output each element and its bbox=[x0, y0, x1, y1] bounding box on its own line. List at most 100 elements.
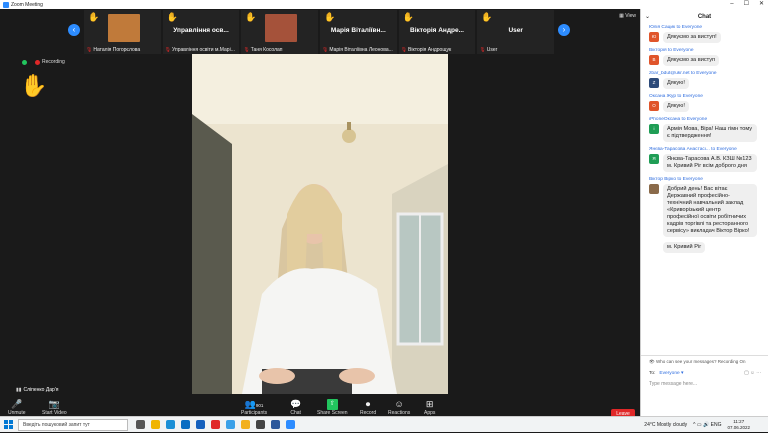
share-screen-icon: ⇧ bbox=[326, 399, 338, 410]
recording-indicator: Recording bbox=[22, 59, 65, 65]
participant-name: Управління освіти м.Марі... bbox=[172, 47, 235, 53]
chat-message: Юлія Сацик to Everyone Ю Дякуємо за висту… bbox=[649, 25, 763, 43]
security-shield-icon bbox=[22, 59, 27, 65]
participants-icon: 👥901 bbox=[244, 399, 264, 409]
clock-date: 07.06.2022 bbox=[727, 425, 750, 430]
gallery-next-button[interactable]: › bbox=[558, 24, 570, 36]
edge-icon[interactable] bbox=[166, 420, 175, 429]
active-speaker-video bbox=[192, 54, 448, 394]
mic-muted-icon: 🎙 bbox=[322, 47, 329, 53]
apps-button[interactable]: ⊞ Apps bbox=[424, 399, 435, 416]
message-sender: Віктор Вірко to Everyone bbox=[649, 177, 703, 182]
message-text: Дякуємо за виступ bbox=[663, 55, 720, 66]
message-text: Янєва-Тарасова А.В. КЗШ №123 м. Кривий Р… bbox=[663, 154, 757, 172]
message-text: Дякую! bbox=[663, 78, 689, 89]
chat-title: Chat bbox=[697, 14, 712, 20]
record-icon: ⏺ bbox=[365, 399, 371, 409]
raised-hand-icon: ✋ bbox=[324, 12, 336, 22]
participant-tile[interactable]: ✋ Вікторія Андре... 🎙 Вікторія Андрощук bbox=[398, 10, 476, 54]
visibility-warning-text: Who can see your messages? Recording On bbox=[655, 359, 746, 364]
chat-message: Віктор Вірко to Everyone Добрий день! Ва… bbox=[649, 177, 763, 237]
participant-display-name: Вікторія Андре... bbox=[410, 27, 464, 34]
view-label: View bbox=[625, 13, 636, 19]
windows-start-icon[interactable] bbox=[0, 417, 16, 433]
share-screen-button[interactable]: ⇧ Share Screen bbox=[317, 399, 348, 416]
system-tray: 24°C Mostly cloudy ^ ▭ 🔊 ENG 11:27 07.06… bbox=[644, 419, 750, 431]
chat-button[interactable]: 💬 Chat bbox=[290, 399, 301, 416]
participant-tile[interactable]: ✋ 🎙 Таня Косолап bbox=[241, 10, 319, 54]
chat-compose-area: 👁 Who can see your messages? Recording O… bbox=[641, 355, 768, 416]
taskbar-search-input[interactable]: Введіть пошуковий запит тут bbox=[18, 418, 128, 431]
participant-name: Марія Віталіївна Леонова... bbox=[329, 47, 393, 53]
unmute-button[interactable]: 🎤 Unmute bbox=[8, 399, 26, 416]
message-sender: Вікторія to Everyone bbox=[649, 48, 694, 53]
mic-muted-icon: 🎙 bbox=[86, 47, 93, 53]
chat-messages[interactable]: Юлія Сацик to Everyone Ю Дякуємо за висту… bbox=[641, 25, 768, 355]
participant-name: Наталія Погорєлова bbox=[93, 47, 141, 53]
chat-message: м. Кривий Ріг bbox=[649, 242, 763, 253]
start-video-button[interactable]: 📷 Start Video bbox=[42, 399, 67, 416]
gallery-prev-button[interactable]: ‹ bbox=[68, 24, 80, 36]
minimize-button[interactable]: – bbox=[730, 0, 733, 9]
visibility-warning[interactable]: 👁 Who can see your messages? Recording O… bbox=[641, 356, 768, 368]
mail-icon[interactable] bbox=[196, 420, 205, 429]
clock[interactable]: 11:27 07.06.2022 bbox=[727, 419, 750, 431]
participant-tile[interactable]: ✋ Управління осв... 🎙 Управління освіти м… bbox=[162, 10, 240, 54]
word-icon[interactable] bbox=[271, 420, 280, 429]
message-text: м. Кривий Ріг bbox=[663, 242, 706, 253]
zoom-icon[interactable] bbox=[286, 420, 295, 429]
chrome-icon[interactable] bbox=[241, 420, 250, 429]
chat-bubble-icon: 💬 bbox=[290, 399, 302, 409]
opera-icon[interactable] bbox=[211, 420, 220, 429]
message-text: Армія Мова, Віра! Наш гімн тому є підтве… bbox=[663, 124, 757, 142]
file-explorer-icon[interactable] bbox=[151, 420, 160, 429]
raised-hand-icon: ✋ bbox=[166, 12, 178, 22]
sender-avatar bbox=[649, 184, 659, 194]
chat-message-input[interactable]: Type message here... bbox=[641, 379, 768, 389]
telegram-icon[interactable] bbox=[226, 420, 235, 429]
message-sender: Оксана Жур to Everyone bbox=[649, 94, 703, 99]
participant-name: User bbox=[486, 47, 498, 53]
mic-muted-icon: 🎙 bbox=[164, 47, 172, 53]
message-sender: iPhoneОксана to Everyone bbox=[649, 117, 708, 122]
raised-hand-icon: ✋ bbox=[481, 12, 493, 22]
participant-tile[interactable]: ✋ User 🎙 User bbox=[477, 10, 555, 54]
self-name-label: ▮▮ Сліпенко Дар'я bbox=[16, 387, 58, 393]
chat-header: ⌄ Chat bbox=[641, 9, 768, 25]
recording-dot-icon bbox=[35, 59, 40, 65]
chat-message: iPhoneОксана to Everyone i Армія Мова, Ві… bbox=[649, 117, 763, 142]
window-title-bar: Zoom Meeting – ☐ ✕ bbox=[0, 0, 768, 9]
participant-name: Вікторія Андрощук bbox=[408, 47, 452, 53]
maximize-button[interactable]: ☐ bbox=[744, 0, 749, 9]
participant-display-name: Марія Віталіївн... bbox=[330, 27, 386, 34]
file-icon[interactable]: ▢ ☺ ⋯ bbox=[744, 371, 761, 376]
sender-avatar: В bbox=[649, 55, 659, 65]
participant-tile[interactable]: ✋ 🎙 Наталія Погорєлова bbox=[84, 10, 161, 54]
apps-icon: ⊞ bbox=[425, 399, 434, 409]
meeting-area: ‹ ✋ 🎙 Наталія Погорєлова ✋ Управління осв… bbox=[0, 9, 640, 425]
participants-count: 901 bbox=[255, 403, 264, 408]
raised-hand-icon: ✋ bbox=[245, 12, 257, 22]
message-text: Добрий день! Вас вітає Державний професі… bbox=[663, 184, 757, 237]
recipient-row: To: Everyone ▾ ▢ ☺ ⋯ bbox=[641, 368, 768, 379]
tray-icons[interactable]: ^ ▭ 🔊 ENG bbox=[693, 422, 721, 428]
reactions-button[interactable]: ☺ Reactions bbox=[388, 399, 410, 416]
record-button[interactable]: ⏺ Record bbox=[360, 399, 376, 416]
participants-button[interactable]: 👥901 Participants bbox=[241, 399, 267, 416]
participant-tile[interactable]: ✋ Марія Віталіївн... 🎙 Марія Віталіївна Л… bbox=[320, 10, 397, 54]
recipient-select[interactable]: Everyone ▾ bbox=[659, 371, 683, 376]
mic-muted-icon: 🎙 bbox=[400, 47, 408, 53]
taskbar-apps bbox=[136, 420, 295, 429]
message-sender: Юлія Сацик to Everyone bbox=[649, 25, 703, 30]
close-window-button[interactable]: ✕ bbox=[759, 0, 764, 9]
collapse-chevron-icon[interactable]: ⌄ bbox=[645, 9, 650, 25]
chat-message: Вікторія to Everyone В Дякуємо за виступ bbox=[649, 48, 763, 66]
view-button[interactable]: ▦ View bbox=[619, 13, 636, 19]
sender-avatar: Я bbox=[649, 154, 659, 164]
task-view-icon[interactable] bbox=[136, 420, 145, 429]
app-icon[interactable] bbox=[256, 420, 265, 429]
window-title: Zoom Meeting bbox=[11, 1, 43, 8]
store-icon[interactable] bbox=[181, 420, 190, 429]
weather-status[interactable]: 24°C Mostly cloudy bbox=[644, 422, 687, 428]
gallery-strip: ✋ 🎙 Наталія Погорєлова ✋ Управління осв..… bbox=[84, 10, 555, 54]
